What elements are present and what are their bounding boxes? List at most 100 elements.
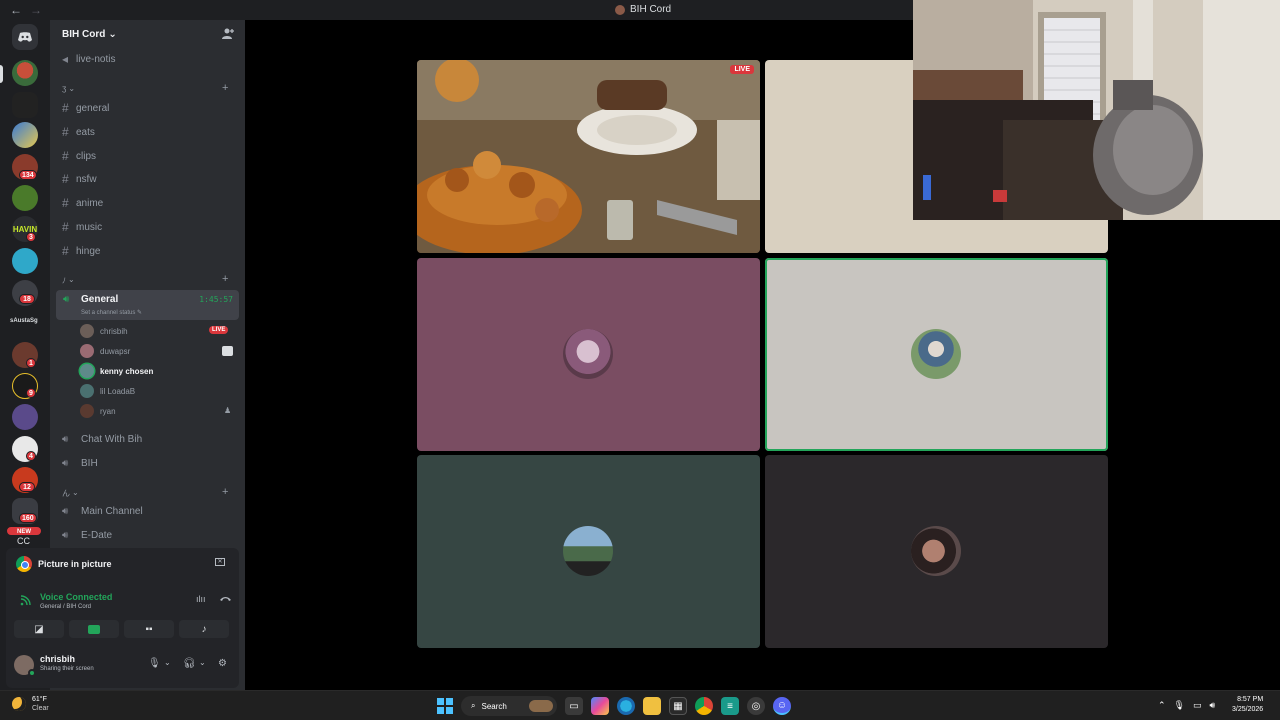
chevron-down-icon[interactable]: ⌄	[164, 658, 171, 667]
avatar	[80, 364, 94, 378]
moon-icon	[12, 697, 26, 711]
category-header[interactable]: ん ⌄	[62, 488, 79, 499]
discord-home-icon[interactable]	[12, 24, 38, 50]
chrome-icon	[16, 556, 32, 572]
back-arrow-icon[interactable]: ←	[10, 3, 22, 17]
weather-widget[interactable]: 61°F Clear	[12, 695, 49, 713]
close-pip-icon[interactable]: ✕	[215, 558, 225, 566]
server-icon[interactable]	[12, 185, 38, 211]
soundboard-button[interactable]: ♪	[179, 620, 229, 638]
server-icon[interactable]	[12, 122, 38, 148]
microsoft-store-icon[interactable]: ▦	[669, 697, 687, 715]
settings-gear-icon[interactable]: ⚙	[218, 658, 227, 669]
copilot-icon[interactable]	[591, 697, 609, 715]
create-channel-icon[interactable]: +	[222, 82, 228, 94]
channel-status[interactable]: Set a channel status ✎	[81, 309, 142, 316]
avatar	[80, 384, 94, 398]
user-name[interactable]: chrisbih	[40, 654, 75, 664]
user-tile[interactable]	[417, 455, 760, 648]
microphone-icon[interactable]: 🎙︎	[1174, 700, 1185, 711]
chevron-down-icon: ⌄	[72, 488, 79, 497]
edge-icon[interactable]	[617, 697, 635, 715]
voice-user[interactable]: ryan	[80, 403, 116, 419]
noise-suppression-icon[interactable]: ılıı	[196, 594, 206, 604]
disconnect-icon[interactable]	[220, 594, 231, 604]
soundboard-icon: ♪	[201, 623, 207, 635]
server-icon[interactable]	[12, 404, 38, 430]
channel-clips[interactable]: # clips	[62, 147, 96, 165]
headphones-icon[interactable]: 🎧︎	[183, 658, 196, 669]
camera-off-button[interactable]: ◪	[14, 620, 64, 638]
category-header[interactable]: ﾉ ⌄	[62, 275, 75, 286]
user-tile[interactable]	[417, 258, 760, 451]
hash-icon: #	[62, 172, 69, 186]
hash-icon: #	[62, 220, 69, 234]
chrome-icon[interactable]	[695, 697, 713, 715]
file-explorer-icon[interactable]	[643, 697, 661, 715]
voice-user[interactable]: chrisbih	[80, 323, 128, 339]
volume-icon[interactable]: 🔊︎	[1210, 700, 1216, 711]
taskbar-search[interactable]: ⌕ Search	[461, 696, 557, 716]
channel-general[interactable]: # general	[62, 99, 109, 117]
server-icon[interactable]	[12, 248, 38, 274]
user-status: Sharing their screen	[40, 666, 94, 672]
chevron-down-icon[interactable]: ⌄	[199, 658, 206, 667]
voice-user-name: chrisbih	[100, 326, 128, 336]
voice-channel-general[interactable]: 🔊︎ General 1:45:57 Set a channel status …	[56, 290, 239, 320]
server-label[interactable]: CC	[17, 536, 30, 546]
display-icon[interactable]: ▭	[1193, 700, 1202, 711]
channel-nsfw[interactable]: # nsfw	[62, 170, 97, 188]
voice-location[interactable]: General / BIH Cord	[40, 604, 91, 610]
window-title: BIH Cord	[615, 4, 671, 15]
screen-share-button[interactable]	[69, 620, 119, 638]
channel-hinge[interactable]: # hinge	[62, 242, 100, 260]
channel-music[interactable]: # music	[62, 218, 102, 236]
channel-name: music	[76, 221, 103, 233]
voice-channel-main[interactable]: 🔊︎ Main Channel	[62, 502, 143, 520]
voice-channel-bih[interactable]: 🔊︎ BIH	[62, 454, 98, 472]
create-channel-icon[interactable]: +	[222, 486, 228, 498]
chevron-down-icon: ⌄	[68, 84, 76, 93]
channel-live-notis[interactable]: ◂ live-notis	[62, 50, 115, 68]
speaker-icon: 🔊︎	[62, 529, 69, 541]
forward-arrow-icon[interactable]: →	[30, 3, 42, 17]
weather-text: 61°F Clear	[32, 695, 49, 713]
voice-channel-chat-with-bih[interactable]: 🔊︎ Chat With Bih	[62, 430, 142, 448]
weather-condition: Clear	[32, 705, 49, 712]
voice-user[interactable]: kenny chosen	[80, 363, 153, 379]
search-highlight-icon	[529, 700, 553, 712]
server-text-label[interactable]: sAustaSg	[10, 318, 38, 324]
selected-server-indicator	[0, 65, 3, 83]
windows-start-icon[interactable]	[437, 698, 453, 714]
invite-people-icon[interactable]	[222, 28, 234, 42]
speaker-icon: 🔊︎	[62, 457, 69, 469]
voice-user[interactable]: duwapsr	[80, 343, 130, 359]
webcam-feed-image	[913, 0, 1280, 220]
live-tag: LIVE	[730, 65, 754, 74]
signal-icon[interactable]	[20, 595, 31, 609]
user-tile-speaking[interactable]	[765, 258, 1108, 451]
voice-status: Voice Connected	[40, 592, 113, 602]
stream-tile[interactable]: LIVE	[417, 60, 760, 253]
category-header[interactable]: ʒ ⌄	[62, 84, 75, 93]
microphone-icon[interactable]: 🎙︎	[148, 658, 161, 669]
clock[interactable]: 8:57 PM 3/25/2026	[1232, 695, 1263, 715]
app-icon[interactable]: ◎	[747, 697, 765, 715]
pip-video-window[interactable]	[913, 0, 1280, 220]
server-icon[interactable]	[12, 92, 38, 118]
channel-eats[interactable]: # eats	[62, 123, 95, 141]
task-view-icon[interactable]: ▭	[565, 697, 583, 715]
channel-anime[interactable]: # anime	[62, 194, 103, 212]
user-tile[interactable]	[765, 455, 1108, 648]
notepad-icon[interactable]: ≡	[721, 697, 739, 715]
chevron-up-icon[interactable]: ⌃	[1158, 700, 1166, 711]
avatar	[563, 329, 613, 379]
discord-taskbar-icon[interactable]: ☺	[773, 697, 791, 715]
server-icon[interactable]	[12, 60, 38, 86]
create-channel-icon[interactable]: +	[222, 273, 228, 285]
guild-header[interactable]: BIH Cord ⌄	[62, 29, 117, 40]
voice-channel-e-date[interactable]: 🔊︎ E-Date	[62, 526, 112, 544]
taskbar: 61°F Clear ⌕ Search ▭ ▦ ≡ ◎ ☺ ⌃ 🎙︎ ▭ 🔊︎ …	[0, 690, 1280, 720]
activities-button[interactable]: ▪▪	[124, 620, 174, 638]
voice-user[interactable]: lil LoadaB	[80, 383, 135, 399]
